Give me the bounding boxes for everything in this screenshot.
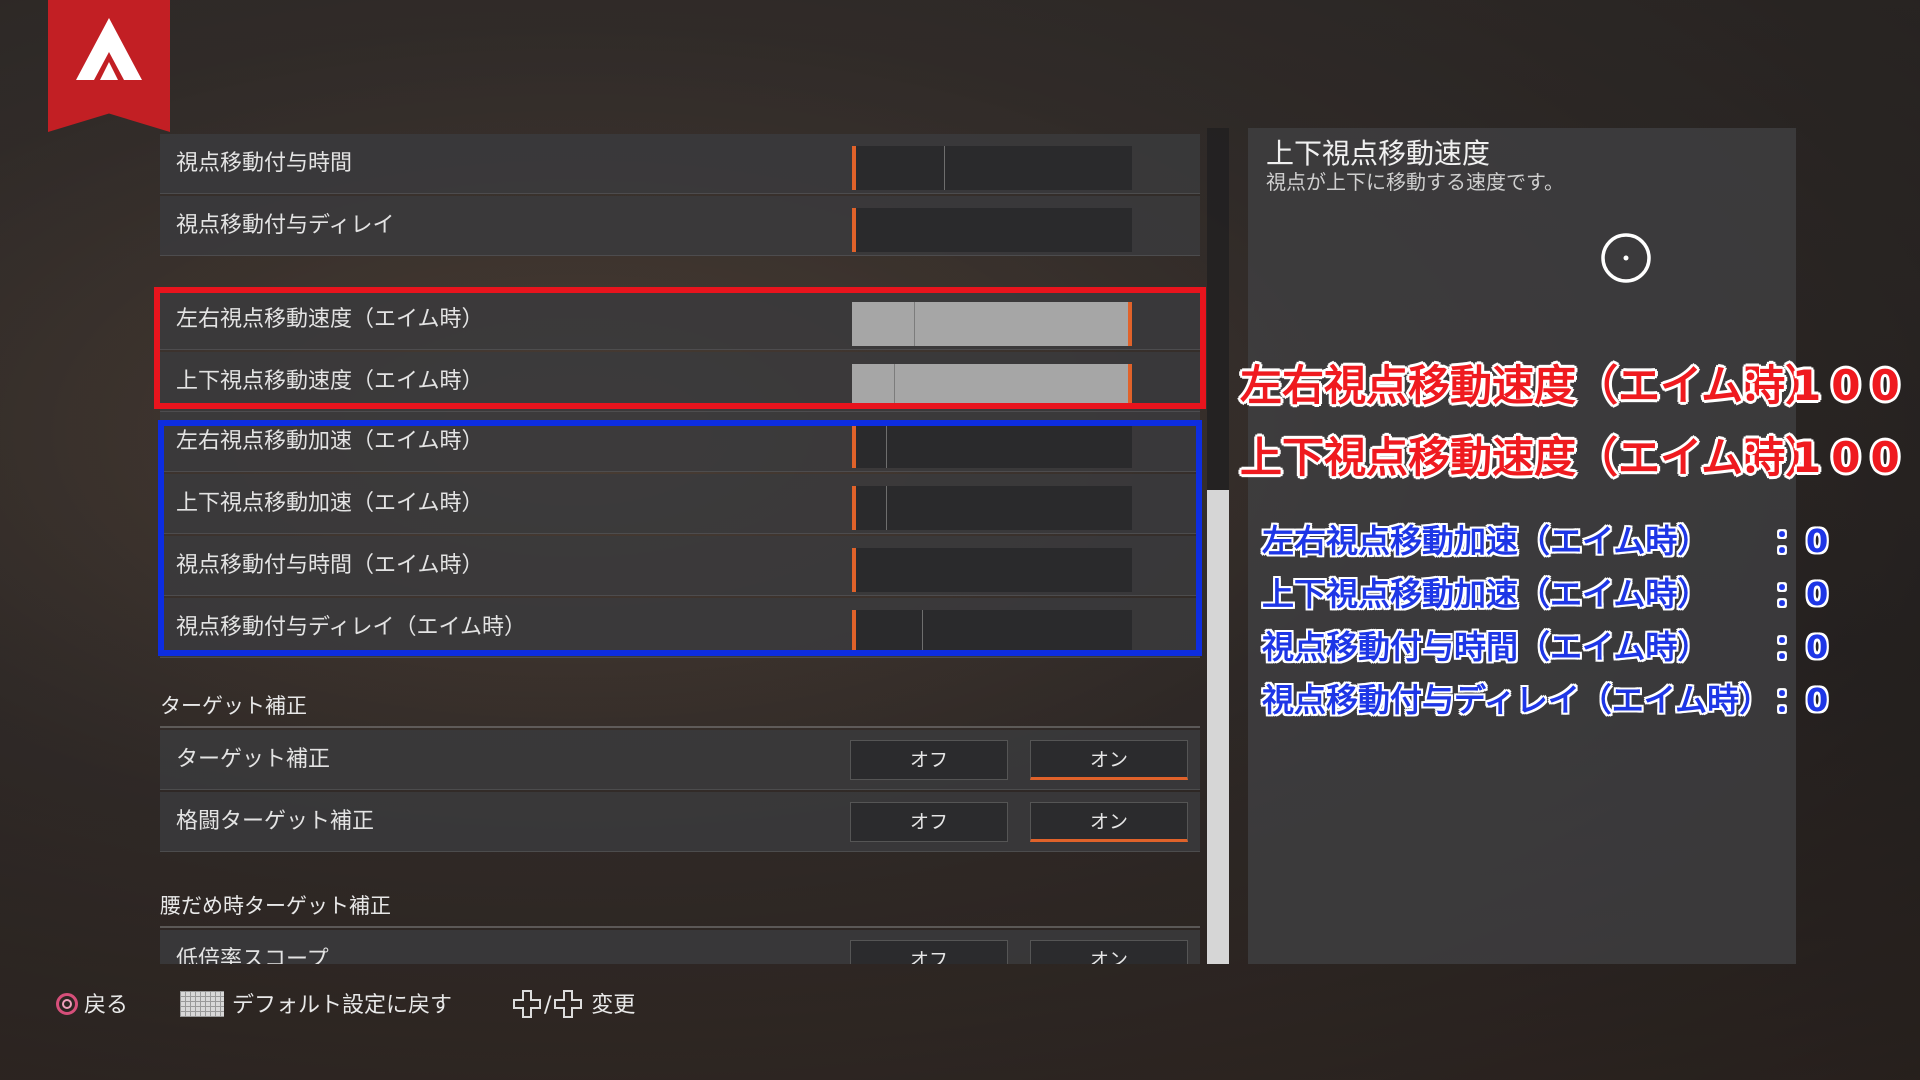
annotation-value: ：0 xyxy=(1774,681,1829,719)
apex-logo xyxy=(48,0,170,132)
annotation-label: 左右視点移動加速（エイム時） xyxy=(1262,522,1710,560)
slider-default-tick xyxy=(944,146,946,190)
section-heading-hipfire-target-assist: 腰だめ時ターゲット補正 xyxy=(160,894,391,918)
setting-label: 視点移動付与時間 xyxy=(176,151,353,176)
setting-label: 低倍率スコープ xyxy=(176,947,329,964)
slider-handle[interactable] xyxy=(852,208,856,252)
setting-row-melee-target-assist[interactable]: 格闘ターゲット補正 オフ オン xyxy=(160,792,1200,852)
apex-logo-icon xyxy=(76,18,142,80)
setting-row-view-assist-delay[interactable]: 視点移動付与ディレイ xyxy=(160,196,1200,256)
change-separator: / xyxy=(544,993,552,1018)
setting-row-target-assist[interactable]: ターゲット補正 オフ オン xyxy=(160,730,1200,790)
setting-slider[interactable] xyxy=(852,146,1132,190)
setting-row-view-assist-time[interactable]: 視点移動付与時間 xyxy=(160,134,1200,194)
annotation-red-yaw: 左右視点移動速度（エイム時） ：100 xyxy=(1240,352,1900,413)
setting-row-low-zoom-scope[interactable]: 低倍率スコープ オフ オン xyxy=(160,930,1200,964)
slider-handle[interactable] xyxy=(852,146,856,190)
annotation-label: 上下視点移動加速（エイム時） xyxy=(1262,575,1710,613)
section-divider xyxy=(160,726,1200,728)
change-label: 変更 xyxy=(591,993,636,1018)
reset-default-button[interactable]: デフォルト設定に戻す xyxy=(180,988,452,1024)
highlight-box-red xyxy=(154,287,1206,409)
change-button[interactable]: / 変更 xyxy=(512,988,635,1024)
annotation-blue-assist-time: 視点移動付与時間（エイム時） ：0 xyxy=(1262,622,1828,668)
annotation-red-pitch: 上下視点移動速度（エイム時） ：100 xyxy=(1240,424,1900,485)
toggle-off-button[interactable]: オフ xyxy=(850,740,1008,780)
annotation-blue-assist-delay: 視点移動付与ディレイ（エイム時） ：0 xyxy=(1262,675,1828,721)
annotation-value: ：0 xyxy=(1774,522,1829,560)
circle-button-icon xyxy=(56,993,78,1015)
highlight-box-blue xyxy=(158,420,1202,656)
scrollbar-thumb[interactable] xyxy=(1207,490,1229,964)
section-divider xyxy=(160,926,1200,928)
reset-label: デフォルト設定に戻す xyxy=(232,993,453,1018)
annotation-blue-yaw-accel: 左右視点移動加速（エイム時） ：0 xyxy=(1262,516,1828,562)
toggle-on-button[interactable]: オン xyxy=(1030,740,1188,780)
setting-label: 視点移動付与ディレイ xyxy=(176,213,395,238)
toggle-on-button[interactable]: オン xyxy=(1030,802,1188,842)
touchpad-icon xyxy=(180,991,224,1017)
toggle-off-button[interactable]: オフ xyxy=(850,802,1008,842)
annotation-value: ：100 xyxy=(1740,433,1910,482)
reticle-icon xyxy=(1601,233,1651,283)
back-label: 戻る xyxy=(84,993,129,1018)
setting-slider[interactable] xyxy=(852,208,1132,252)
toggle-off-button[interactable]: オフ xyxy=(850,940,1008,964)
annotation-value: ：100 xyxy=(1740,361,1910,410)
annotation-label: 視点移動付与時間（エイム時） xyxy=(1262,628,1710,666)
dpad-icon xyxy=(513,990,541,1018)
annotation-label: 視点移動付与ディレイ（エイム時） xyxy=(1262,681,1772,719)
setting-label: 格闘ターゲット補正 xyxy=(176,809,375,834)
section-heading-target-assist: ターゲット補正 xyxy=(160,694,307,718)
setting-label: ターゲット補正 xyxy=(176,747,331,772)
scrollbar-track[interactable] xyxy=(1207,128,1229,964)
annotation-value: ：0 xyxy=(1774,575,1829,613)
annotation-blue-pitch-accel: 上下視点移動加速（エイム時） ：0 xyxy=(1262,569,1828,615)
back-button[interactable]: 戻る xyxy=(56,988,128,1024)
dpad-icon xyxy=(554,990,583,1018)
annotation-value: ：0 xyxy=(1774,628,1829,666)
toggle-on-button[interactable]: オン xyxy=(1030,940,1188,964)
panel-description: 視点が上下に移動する速度です。 xyxy=(1266,170,1564,194)
